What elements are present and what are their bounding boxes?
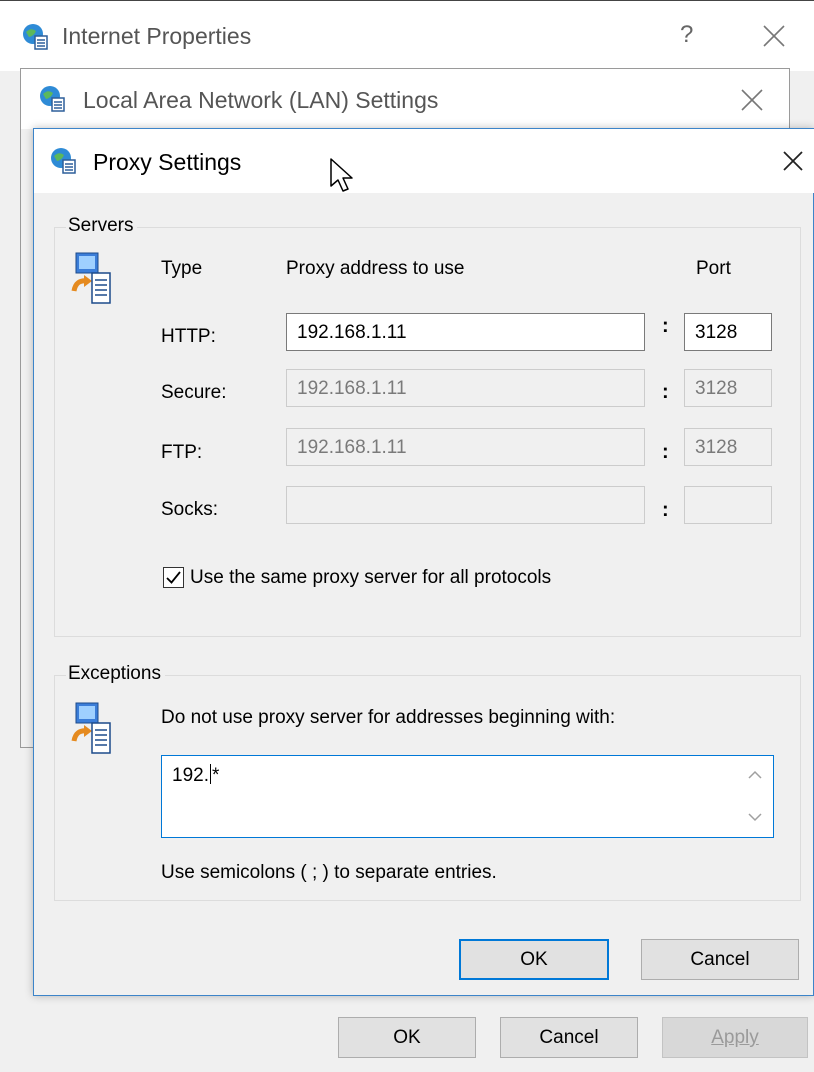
exceptions-description: Do not use proxy server for addresses be… <box>161 707 616 728</box>
socks-address-input[interactable] <box>286 486 645 524</box>
socks-port-input[interactable] <box>684 486 772 524</box>
exceptions-text-before-caret: 192. <box>172 765 209 786</box>
exceptions-group-label: Exceptions <box>66 663 165 685</box>
servers-group-label: Servers <box>66 215 138 237</box>
secure-colon: : <box>662 381 669 403</box>
lan-settings-titlebar[interactable]: Local Area Network (LAN) Settings <box>21 69 789 129</box>
ftp-label: FTP: <box>161 442 203 463</box>
socks-label: Socks: <box>161 499 219 520</box>
same-proxy-checkbox[interactable] <box>163 567 184 588</box>
cancel-button[interactable]: Cancel <box>641 939 799 980</box>
ok-button[interactable]: OK <box>338 1017 476 1058</box>
internet-properties-title: Internet Properties <box>62 23 252 49</box>
close-icon[interactable] <box>783 151 803 171</box>
close-icon[interactable] <box>763 25 785 47</box>
secure-port-input[interactable]: 3128 <box>684 369 772 407</box>
secure-address-input[interactable]: 192.168.1.11 <box>286 369 645 407</box>
type-column-header: Type <box>161 258 203 279</box>
port-column-header: Port <box>696 258 731 279</box>
proxy-settings-titlebar[interactable]: Proxy Settings <box>34 129 814 193</box>
ftp-port-input[interactable]: 3128 <box>684 428 772 466</box>
internet-options-icon <box>23 24 48 50</box>
http-port-input[interactable]: 3128 <box>684 313 772 351</box>
address-column-header: Proxy address to use <box>286 258 465 279</box>
http-address-input[interactable]: 192.168.1.11 <box>286 313 645 351</box>
secure-label: Secure: <box>161 382 227 403</box>
lan-settings-title: Local Area Network (LAN) Settings <box>83 87 439 113</box>
mouse-cursor-icon <box>330 158 353 192</box>
http-colon: : <box>662 315 669 337</box>
socks-colon: : <box>662 499 669 521</box>
http-label: HTTP: <box>161 326 216 347</box>
scroll-up-icon[interactable] <box>748 770 762 780</box>
ok-button[interactable]: OK <box>459 939 609 980</box>
exceptions-text-after-caret: * <box>211 765 220 786</box>
close-icon[interactable] <box>741 89 763 111</box>
exceptions-textarea[interactable]: 192. * <box>161 755 774 838</box>
scroll-down-icon[interactable] <box>748 812 762 822</box>
proxy-settings-title: Proxy Settings <box>93 149 242 175</box>
text-caret <box>209 764 211 784</box>
proxy-server-icon <box>71 252 111 304</box>
checkmark-icon <box>166 571 181 584</box>
help-button[interactable]: ? <box>680 21 693 49</box>
ftp-colon: : <box>662 441 669 463</box>
proxy-settings-window: Proxy Settings Servers Type Proxy addres… <box>33 128 814 996</box>
internet-options-icon <box>51 148 76 174</box>
exceptions-icon <box>71 702 111 754</box>
cancel-button[interactable]: Cancel <box>500 1017 638 1058</box>
internet-properties-titlebar[interactable]: Internet Properties ? <box>0 1 814 71</box>
exceptions-hint: Use semicolons ( ; ) to separate entries… <box>161 862 497 883</box>
internet-options-icon <box>40 86 65 112</box>
apply-button[interactable]: Apply <box>662 1017 808 1058</box>
same-proxy-label[interactable]: Use the same proxy server for all protoc… <box>190 567 551 589</box>
ftp-address-input[interactable]: 192.168.1.11 <box>286 428 645 466</box>
